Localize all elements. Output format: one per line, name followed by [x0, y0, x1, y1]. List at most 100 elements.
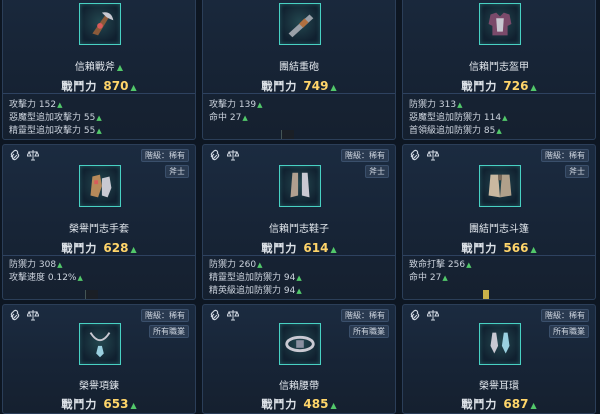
grade-badge: 階級：稀有: [141, 149, 189, 162]
stat-line: 精靈型追加攻擊力 55▲: [9, 126, 102, 136]
link-icon[interactable]: [209, 149, 221, 161]
power-label: 戰鬥力: [461, 80, 498, 93]
link-icon[interactable]: [209, 309, 221, 321]
item-card-boots[interactable]: 階級：稀有 斧士 信賴鬥志鞋子 戰鬥力 614 ▲ 防禦力 260▲ 精靈型追加防禦…: [202, 144, 396, 300]
upgrade-arrow-icon: ▲: [130, 401, 137, 410]
item-card-earrings[interactable]: 階級：稀有 所有職業 榮譽耳環 戰鬥力 687 ▲: [402, 304, 596, 414]
grade-badge: 階級：稀有: [141, 309, 189, 322]
class-badge: 斧士: [365, 165, 389, 178]
power-value: 566: [503, 241, 529, 255]
item-name: 信賴腰帶: [279, 381, 319, 392]
upgrade-arrow-icon: ▲: [130, 245, 137, 254]
class-badge: 所有職業: [149, 325, 189, 338]
upgrade-arrow-icon: ▲: [530, 401, 537, 410]
power-value: 687: [503, 397, 529, 411]
item-card-necklace[interactable]: 階級：稀有 所有職業 榮譽項鍊 戰鬥力 653 ▲: [2, 304, 196, 414]
power-label: 戰鬥力: [61, 242, 98, 255]
divider: [3, 93, 195, 94]
compare-scale-icon[interactable]: [227, 149, 239, 161]
item-icon-frame: [279, 165, 321, 207]
item-icon-frame: [479, 165, 521, 207]
stat-line: 命中 27▲: [409, 273, 448, 283]
link-icon[interactable]: [409, 309, 421, 321]
link-icon[interactable]: [9, 149, 21, 161]
stat-line: 致命打擊 256▲: [409, 260, 472, 270]
power-value: 749: [303, 79, 329, 93]
grade-badge: 階級：稀有: [341, 149, 389, 162]
class-badge: 斧士: [565, 165, 589, 178]
axe-icon: [92, 12, 114, 36]
divider: [3, 255, 195, 256]
link-icon[interactable]: [9, 309, 21, 321]
stat-line: 惡魔型追加攻擊力 55▲: [9, 113, 102, 123]
divider: [203, 93, 395, 94]
item-name: 榮譽項鍊: [79, 381, 119, 392]
power-value: 485: [303, 397, 329, 411]
upgrade-arrow-icon: ▲: [530, 83, 537, 92]
stat-line: 攻擊力 152▲: [9, 100, 63, 110]
item-card-cannon[interactable]: 斧士 團結重砲 戰鬥力749▲ 攻擊力 139▲ 命中 27▲: [202, 0, 396, 140]
power-label: 戰鬥力: [261, 80, 298, 93]
power-label: 戰鬥力: [61, 80, 98, 93]
compare-scale-icon[interactable]: [27, 309, 39, 321]
compare-scale-icon[interactable]: [427, 149, 439, 161]
power-value: 614: [303, 241, 329, 255]
stat-line: 攻擊力 139▲: [209, 100, 263, 110]
power-value: 628: [103, 241, 129, 255]
slot-marker: [483, 290, 489, 299]
power-value: 870: [103, 79, 129, 93]
item-icon-frame: [279, 323, 321, 365]
stat-line: 防禦力 260▲: [209, 260, 263, 270]
earrings-icon: [490, 332, 510, 354]
grade-badge: 階級：稀有: [541, 149, 589, 162]
item-name: 榮譽鬥志手套: [69, 224, 129, 235]
upgrade-arrow-icon: ▲: [116, 63, 124, 72]
upgrade-arrow-icon: ▲: [330, 245, 337, 254]
stat-line: 攻擊速度 0.12%▲: [9, 273, 83, 283]
slot-marker: [85, 290, 98, 299]
power-label: 戰鬥力: [261, 242, 298, 255]
stat-line: 精英級追加防禦力 94▲: [209, 286, 302, 296]
item-icon-frame: [79, 3, 121, 45]
stat-line: 精靈型追加防禦力 94▲: [209, 273, 302, 283]
power-value: 726: [503, 79, 529, 93]
class-badge: 斧士: [165, 165, 189, 178]
item-card-cloak[interactable]: 階級：稀有 斧士 團結鬥志斗篷 戰鬥力 566 ▲ 致命打擊 256▲ 命中 27▲: [402, 144, 596, 300]
stat-line: 防禦力 308▲: [9, 260, 63, 270]
compare-scale-icon[interactable]: [27, 149, 39, 161]
item-name: 榮譽耳環: [479, 381, 519, 392]
upgrade-arrow-icon: ▲: [530, 245, 537, 254]
item-icon-frame: [479, 3, 521, 45]
grade-badge: 階級：稀有: [341, 309, 389, 322]
upgrade-arrow-icon: ▲: [330, 401, 337, 410]
item-card-belt[interactable]: 階級：稀有 所有職業 信賴腰帶 戰鬥力 485 ▲: [202, 304, 396, 414]
cannon-icon: [288, 14, 314, 38]
item-icon-frame: [79, 323, 121, 365]
grade-badge: 階級：稀有: [541, 309, 589, 322]
divider: [203, 255, 395, 256]
necklace-icon: [89, 332, 111, 358]
stat-line: 防禦力 313▲: [409, 100, 463, 110]
link-icon[interactable]: [409, 149, 421, 161]
item-card-gloves[interactable]: 階級：稀有 斧士 榮譽鬥志手套 戰鬥力 628 ▲ 防禦力 308▲ 攻擊速度 0.…: [2, 144, 196, 300]
upgrade-arrow-icon: ▲: [130, 83, 137, 92]
stat-line: 首領級追加防禦力 85▲: [409, 126, 502, 136]
item-icon-frame: [479, 323, 521, 365]
upgrade-arrow-icon: ▲: [330, 83, 337, 92]
item-name: 團結重砲: [279, 62, 319, 73]
compare-scale-icon[interactable]: [227, 309, 239, 321]
boots-icon: [290, 172, 310, 198]
belt-icon: [285, 335, 315, 353]
cloak-icon: [488, 174, 512, 198]
armor-icon: [488, 12, 512, 36]
stat-line: 命中 27▲: [209, 113, 248, 123]
item-name: 信賴鬥志鞋子: [269, 224, 329, 235]
item-card-armor[interactable]: 斧士 信賴鬥志盔甲 戰鬥力726▲ 防禦力 313▲ 惡魔型追加防禦力 114▲…: [402, 0, 596, 140]
item-icon-frame: [279, 3, 321, 45]
divider: [403, 255, 595, 256]
compare-scale-icon[interactable]: [427, 309, 439, 321]
power-value: 653: [103, 397, 129, 411]
gloves-icon: [90, 174, 112, 198]
item-name: 信賴戰斧: [74, 62, 115, 73]
item-card-battle-axe[interactable]: 斧士 信賴戰斧▲ 戰鬥力870▲ 攻擊力 152▲ 惡魔型追加攻擊力 55▲ 精…: [2, 0, 196, 140]
